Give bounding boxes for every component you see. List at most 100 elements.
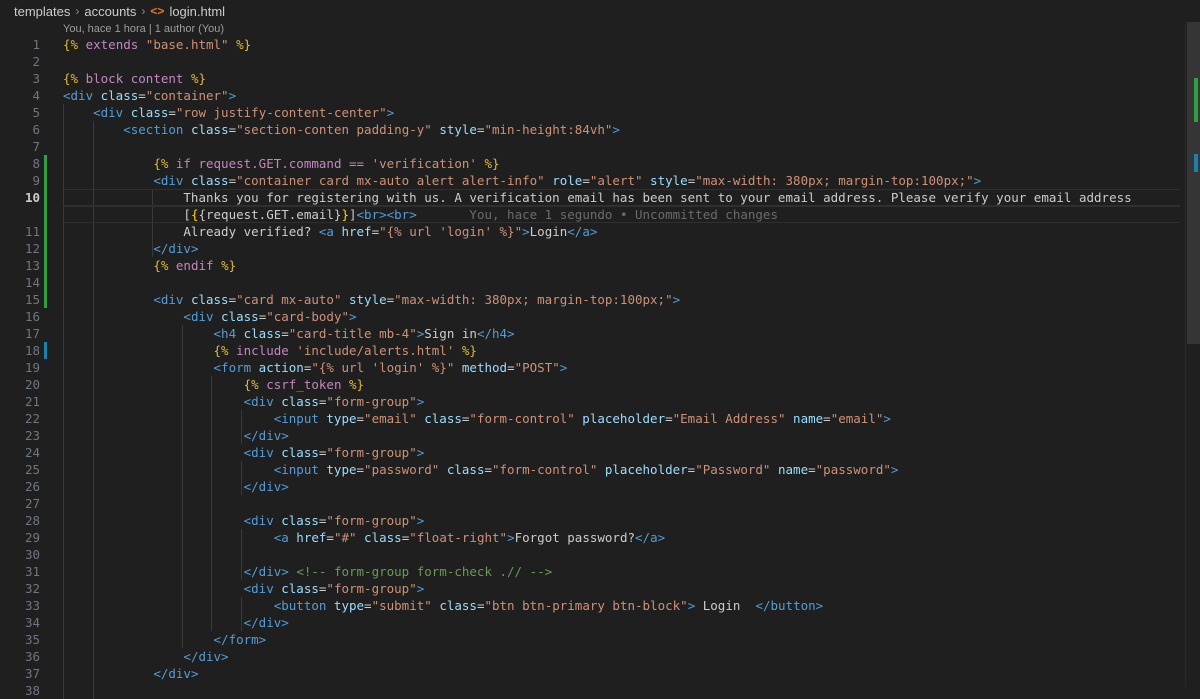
code-line[interactable]: 29 <a href="#" class="float-right">Forgo… [0, 529, 1180, 546]
gutter-change-indicator[interactable] [44, 189, 47, 206]
line-number[interactable]: 36 [0, 648, 40, 665]
gutter-change-indicator[interactable] [44, 291, 47, 308]
line-number[interactable]: 15 [0, 291, 40, 308]
code-token: </h4> [476, 326, 515, 341]
code-line[interactable]: 32 <div class="form-group"> [0, 580, 1180, 597]
line-number[interactable]: 17 [0, 325, 40, 342]
code-token: href [333, 224, 372, 239]
gutter-change-indicator[interactable] [44, 240, 47, 257]
line-number[interactable]: 8 [0, 155, 40, 172]
code-token: <input [273, 411, 319, 426]
line-number[interactable]: 11 [0, 223, 40, 240]
breadcrumb-folder-templates[interactable]: templates [14, 4, 70, 19]
line-number[interactable]: 10 [0, 189, 40, 206]
code-line[interactable]: 20 {% csrf_token %} [0, 376, 1180, 393]
code-line[interactable]: [{{request.GET.email}}]<br><br> You, hac… [0, 206, 1180, 223]
gutter-change-indicator[interactable] [44, 274, 47, 291]
line-number[interactable]: 6 [0, 121, 40, 138]
line-number[interactable]: 19 [0, 359, 40, 376]
code-line[interactable]: 26 </div> [0, 478, 1180, 495]
line-number[interactable]: 24 [0, 444, 40, 461]
code-line[interactable]: 18 {% include 'include/alerts.html' %} [0, 342, 1180, 359]
line-number[interactable]: 34 [0, 614, 40, 631]
line-number[interactable]: 9 [0, 172, 40, 189]
line-number[interactable]: 30 [0, 546, 40, 563]
line-number[interactable]: 31 [0, 563, 40, 580]
code-line[interactable]: 31 </div> <!-- form-group form-check .//… [0, 563, 1180, 580]
code-line[interactable]: 1 {% extends "base.html" %} [0, 36, 1180, 53]
code-line[interactable]: 15 <div class="card mx-auto" style="max-… [0, 291, 1180, 308]
code-line[interactable]: 6 <section class="section-conten padding… [0, 121, 1180, 138]
code-line[interactable]: 17 <h4 class="card-title mb-4">Sign in</… [0, 325, 1180, 342]
code-line[interactable]: 21 <div class="form-group"> [0, 393, 1180, 410]
line-number[interactable]: 32 [0, 580, 40, 597]
codelens-blame[interactable]: You, hace 1 hora | 1 author (You) [63, 23, 224, 35]
gutter-change-indicator[interactable] [44, 172, 47, 189]
scrollbar-thumb[interactable] [1187, 22, 1200, 344]
code-line[interactable]: 27 [0, 495, 1180, 512]
line-number[interactable]: 23 [0, 427, 40, 444]
code-line[interactable]: 36 </div> [0, 648, 1180, 665]
line-number[interactable]: 35 [0, 631, 40, 648]
code-line[interactable]: 19 <form action = "{% url 'login' %}" meth… [0, 359, 1180, 376]
gutter-change-indicator[interactable] [44, 342, 47, 359]
line-number[interactable]: 2 [0, 53, 40, 70]
line-number[interactable]: 13 [0, 257, 40, 274]
code-line[interactable]: 9 <div class="container card mx-auto ale… [0, 172, 1180, 189]
code-line[interactable]: 34 </div> [0, 614, 1180, 631]
line-number[interactable]: 3 [0, 70, 40, 87]
code-token: = [356, 411, 365, 426]
gutter-change-indicator[interactable] [44, 223, 47, 240]
code-line[interactable]: 22 <input type="email" class="form-contr… [0, 410, 1180, 427]
gutter-change-indicator[interactable] [44, 257, 47, 274]
code-line[interactable]: 2 [0, 53, 1180, 70]
code-line[interactable]: 3 {% block content %} [0, 70, 1180, 87]
code-line[interactable]: 38 [0, 682, 1180, 699]
line-number[interactable]: 14 [0, 274, 40, 291]
line-number[interactable]: 5 [0, 104, 40, 121]
breadcrumb-file-login-html[interactable]: login.html [169, 4, 225, 19]
code-line[interactable]: 24 <div class="form-group"> [0, 444, 1180, 461]
line-number[interactable]: 38 [0, 682, 40, 699]
code-line[interactable]: 35 </form> [0, 631, 1180, 648]
line-number[interactable]: 18 [0, 342, 40, 359]
line-number[interactable]: 12 [0, 240, 40, 257]
line-number[interactable]: 20 [0, 376, 40, 393]
code-line[interactable]: 11 Already verified? <a href="{% url 'lo… [0, 223, 1180, 240]
code-line[interactable]: 16 <div class="card-body"> [0, 308, 1180, 325]
line-number[interactable]: 27 [0, 495, 40, 512]
code-editor[interactable]: 1 {% extends "base.html" %} 2 3 {% block con… [0, 36, 1200, 699]
code-line[interactable]: 13 {% endif %} [0, 257, 1180, 274]
line-number[interactable]: 4 [0, 87, 40, 104]
line-number[interactable]: 1 [0, 36, 40, 53]
code-line[interactable]: 23 </div> [0, 427, 1180, 444]
code-line[interactable]: 8 {% if request.GET.command == 'verifica… [0, 155, 1180, 172]
gutter-change-indicator[interactable] [44, 155, 47, 172]
code-line[interactable]: 12 </div> [0, 240, 1180, 257]
vertical-scrollbar[interactable] [1185, 22, 1200, 687]
code-line[interactable]: 5 <div class="row justify-content-center… [0, 104, 1180, 121]
line-number[interactable]: 21 [0, 393, 40, 410]
line-number[interactable]: 26 [0, 478, 40, 495]
line-number[interactable]: 16 [0, 308, 40, 325]
code-line[interactable]: 7 [0, 138, 1180, 155]
code-token: class [213, 309, 259, 324]
code-line[interactable]: 37 </div> [0, 665, 1180, 682]
line-number[interactable]: 28 [0, 512, 40, 529]
code-line[interactable]: 4 <div class="container"> [0, 87, 1180, 104]
line-number[interactable]: 37 [0, 665, 40, 682]
code-line[interactable]: 28 <div class="form-group"> [0, 512, 1180, 529]
code-line[interactable]: 30 [0, 546, 1180, 563]
line-number[interactable]: 33 [0, 597, 40, 614]
code-line[interactable]: 33 <button type="submit" class="btn btn-… [0, 597, 1180, 614]
line-number[interactable]: 22 [0, 410, 40, 427]
code-line[interactable]: 25 <input type="password" class="form-co… [0, 461, 1180, 478]
line-number[interactable]: 25 [0, 461, 40, 478]
breadcrumb-folder-accounts[interactable]: accounts [84, 4, 136, 19]
gutter-change-indicator[interactable] [44, 206, 47, 223]
line-number[interactable]: 29 [0, 529, 40, 546]
code-line[interactable]: 10 Thanks you for registering with us. A… [0, 189, 1180, 206]
code-token: 'include/alerts.html' [296, 343, 455, 358]
code-line[interactable]: 14 [0, 274, 1180, 291]
line-number[interactable]: 7 [0, 138, 40, 155]
